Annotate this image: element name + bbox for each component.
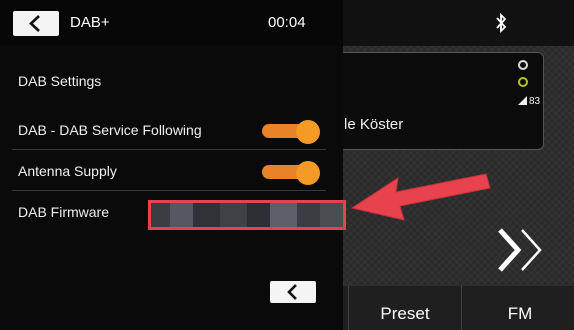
next-chevrons-icon[interactable] [496, 222, 548, 278]
setting-label: DAB - DAB Service Following [18, 122, 202, 138]
toggle-knob [296, 161, 320, 185]
status-bar-right [326, 0, 574, 46]
setting-row-antenna-supply[interactable]: Antenna Supply [12, 153, 326, 191]
preset-button[interactable]: Preset [348, 286, 462, 330]
status-dot-active-icon [518, 77, 528, 87]
signal-strength-value: 83 [529, 96, 541, 107]
clock-time: 00:04 [268, 14, 306, 31]
status-dot-icon [518, 60, 528, 70]
toggle-knob [296, 120, 320, 144]
page-title: DAB+ [70, 14, 110, 31]
back-button[interactable] [13, 11, 59, 36]
panel-back-button[interactable] [270, 281, 316, 303]
setting-label: DAB Firmware [18, 204, 110, 220]
setting-row-dab-firmware: DAB Firmware [12, 194, 346, 232]
firmware-version-obscured [148, 200, 346, 230]
signal-strength-icon [518, 96, 527, 105]
back-arrow-icon [29, 15, 40, 32]
setting-row-service-following[interactable]: DAB - DAB Service Following [12, 112, 326, 150]
station-name: le Köster [344, 116, 404, 133]
signal-strength: 83 [518, 96, 540, 107]
bluetooth-icon [496, 12, 507, 34]
annotation-arrow-icon [350, 173, 491, 221]
section-title: DAB Settings [18, 73, 102, 89]
panel-header: DAB+ 00:04 [0, 0, 343, 46]
back-arrow-icon [287, 284, 297, 300]
fm-button[interactable]: FM [466, 286, 574, 330]
service-following-toggle[interactable] [258, 120, 322, 144]
antenna-supply-toggle[interactable] [258, 161, 322, 185]
setting-label: Antenna Supply [18, 163, 117, 179]
station-info-box [332, 52, 544, 150]
dab-settings-panel: DAB+ 00:04 DAB Settings DAB - DAB Servic… [0, 0, 346, 330]
